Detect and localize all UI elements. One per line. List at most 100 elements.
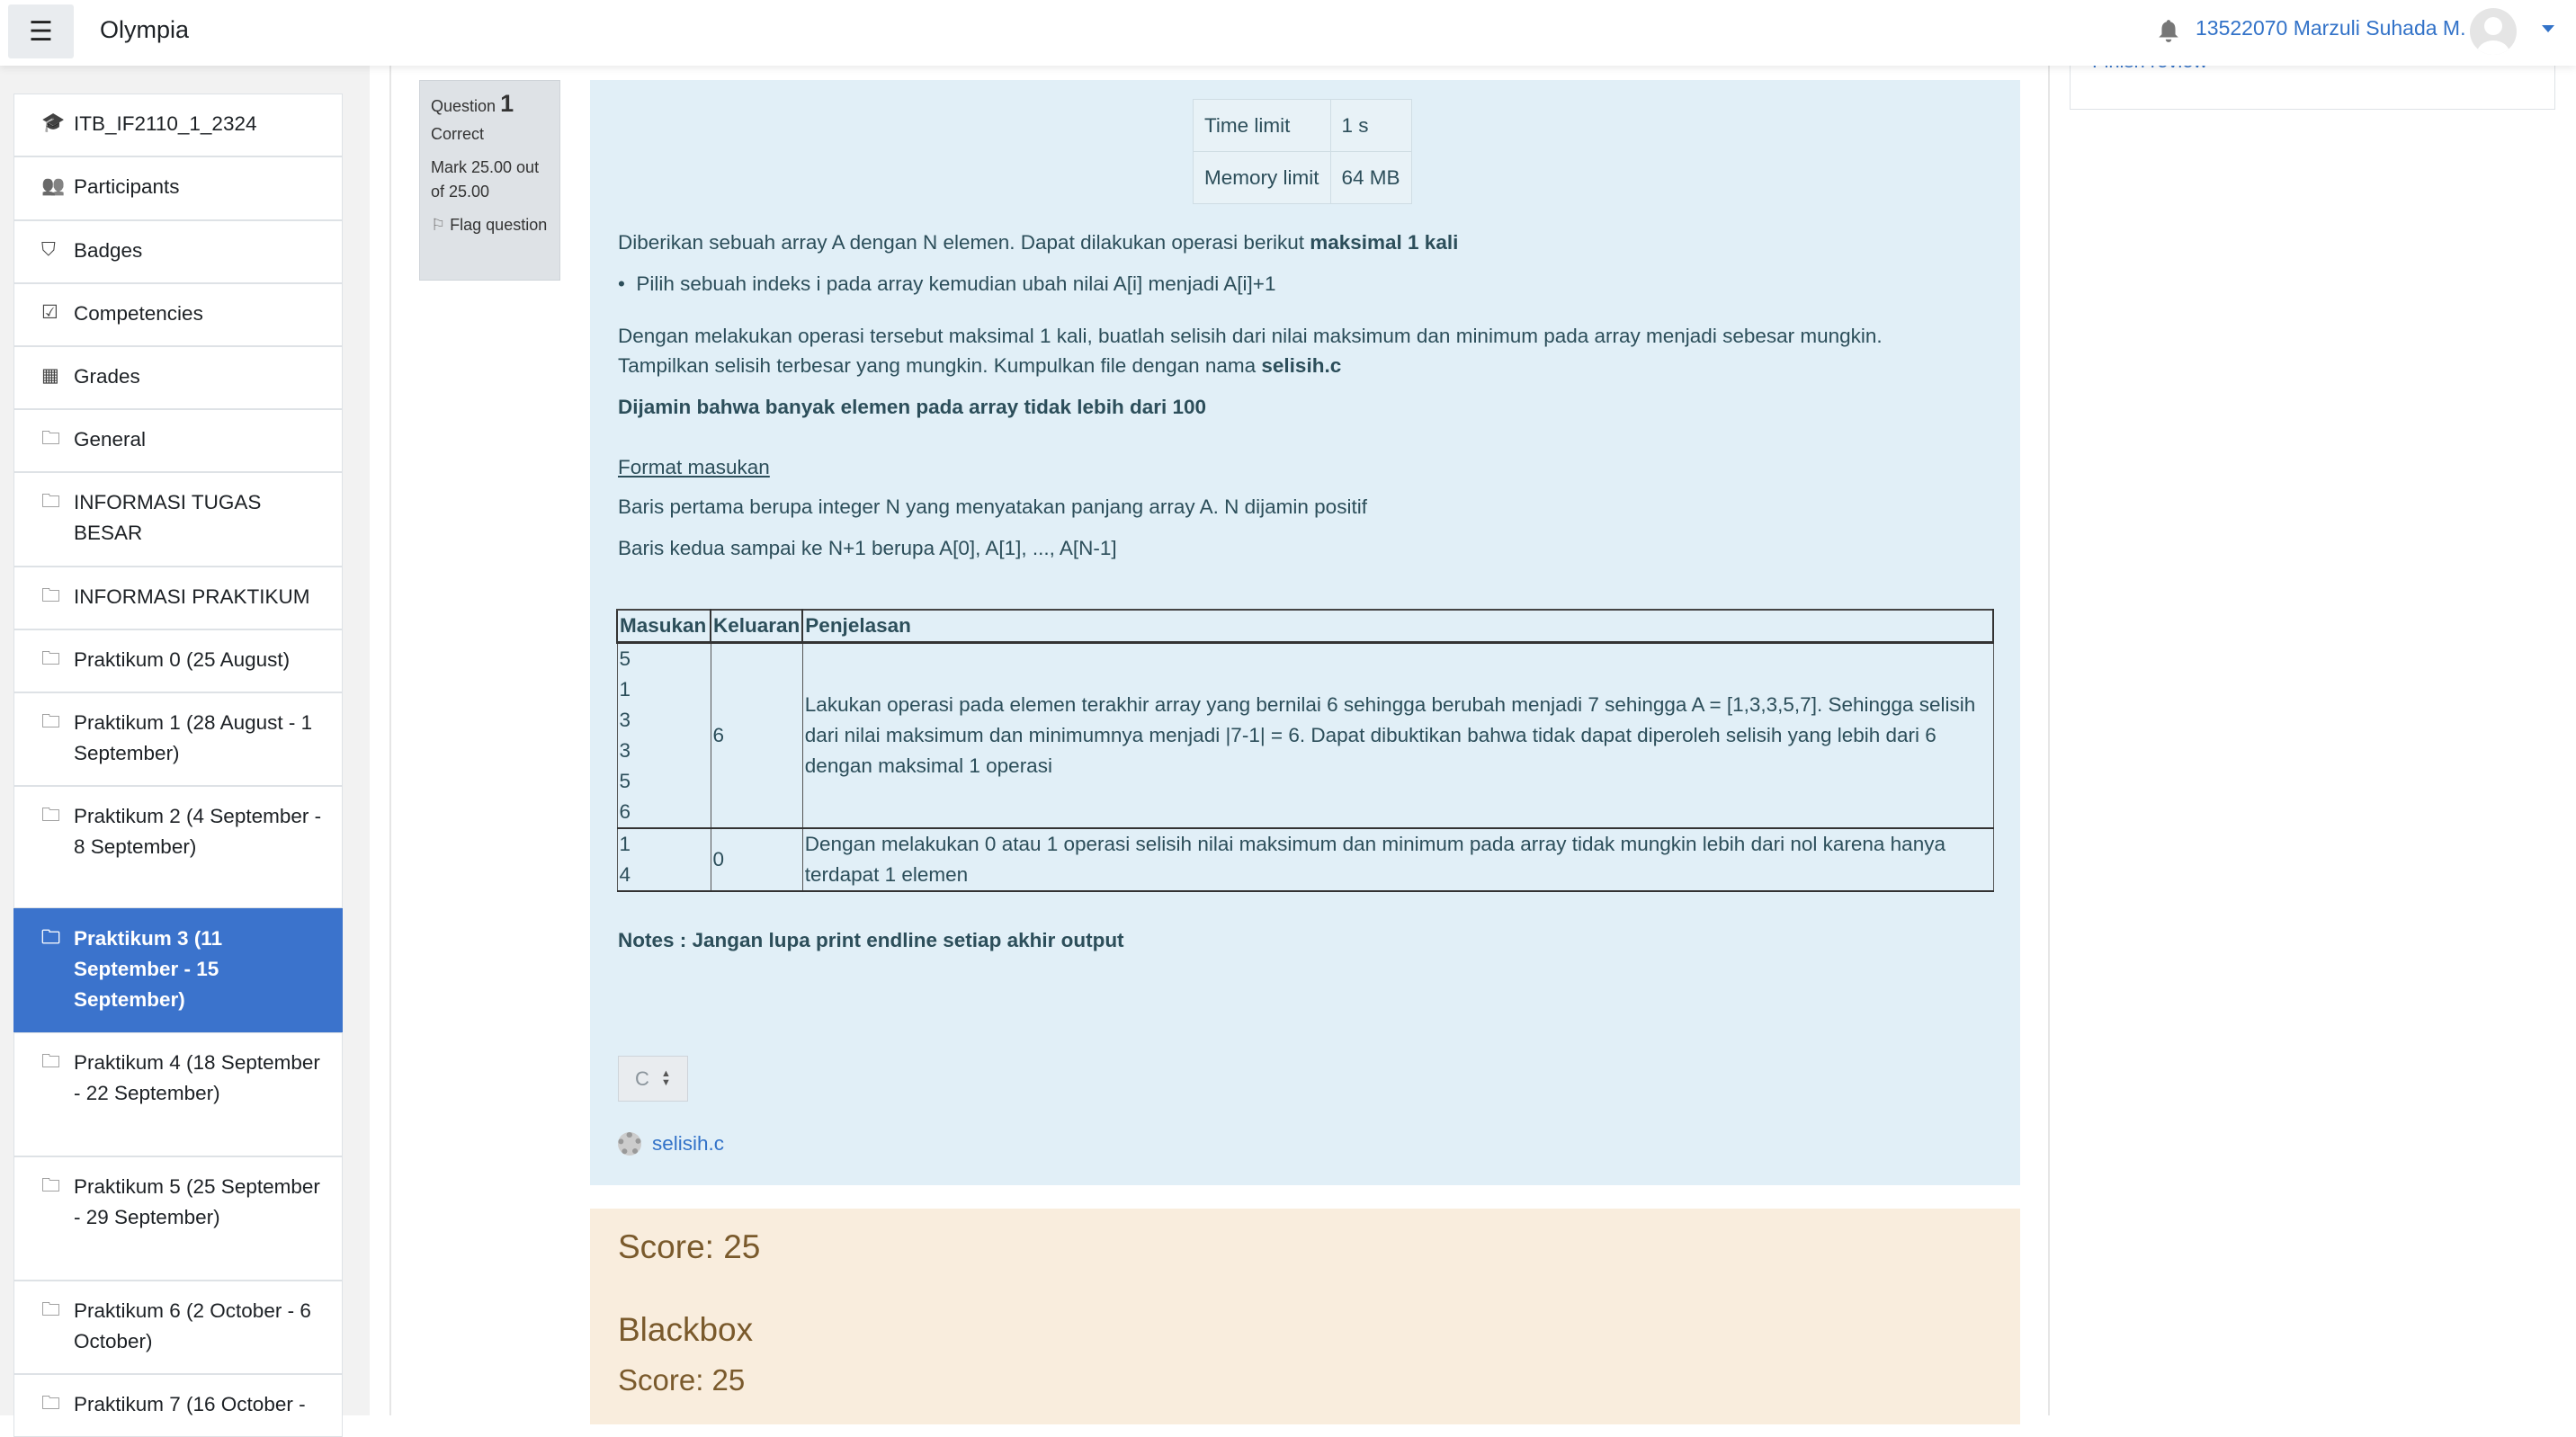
sidebar-item[interactable]: 🗀 Praktikum 2 (4 September - 8 September) [13, 786, 343, 908]
sidebar-item[interactable]: ☑ Competencies [13, 283, 343, 346]
sidebar-item-label: Grades [74, 365, 140, 388]
file-link[interactable]: selisih.c [618, 1132, 724, 1156]
site-brand[interactable]: Olympia [100, 16, 189, 44]
divider [389, 66, 391, 1415]
input-line: 3 [619, 709, 631, 731]
sidebar-item[interactable]: 🎓 ITB_IF2110_1_2324 [13, 94, 343, 156]
avatar[interactable] [2470, 8, 2517, 55]
folder-icon: 🗀 [41, 805, 60, 826]
folder-icon: 🗀 [41, 585, 60, 606]
question-number: 1 [500, 90, 514, 117]
folder-icon: 🗀 [41, 648, 60, 669]
sidebar-item-label: Competencies [74, 302, 203, 325]
sidebar-item[interactable]: 🗀 Praktikum 6 (2 October - 6 October) [13, 1281, 343, 1374]
sidebar-item-label: INFORMASI TUGAS BESAR [74, 491, 262, 544]
output-cell: 0 [710, 827, 803, 892]
example-table: Masukan Keluaran Penjelasan 5 1 3 3 5 6 6 Lakuk… [616, 609, 1994, 892]
notes: Notes : Jangan lupa print endline setiap… [618, 929, 1124, 951]
sidebar-item[interactable]: ⛉ Badges [13, 220, 343, 283]
language-value: C [635, 1067, 649, 1090]
sidebar-item[interactable]: 🗀 Praktikum 1 (28 August - 1 September) [13, 692, 343, 786]
question-content: Time limit 1 s Memory limit 64 MB Diberika… [590, 80, 2020, 1185]
format-line: Baris pertama berupa integer N yang meny… [618, 495, 1367, 518]
folder-icon: 🗀 [41, 428, 60, 449]
hamburger-icon[interactable]: ☰ [8, 4, 74, 58]
sidebar-item[interactable]: 👥 Participants [13, 156, 343, 220]
sort-arrows-icon: ▲ ▼ [661, 1068, 671, 1088]
file-name[interactable]: selisih.c [652, 1132, 724, 1156]
table-icon: ▦ [41, 365, 59, 386]
folder-icon: 🗀 [41, 1175, 60, 1196]
sidebar-item-label: Praktikum 6 (2 October - 6 October) [74, 1299, 311, 1352]
blackbox-score: Score: 25 [618, 1363, 746, 1397]
input-line: 1 [619, 678, 631, 701]
format-heading: Format masukan [618, 456, 770, 478]
time-limit-value: 1 s [1329, 99, 1412, 152]
sidebar-item[interactable]: 🗀 General [13, 409, 343, 472]
feedback-box: Score: 25 Blackbox Score: 25 [590, 1209, 2020, 1424]
sidebar: 🎓 ITB_IF2110_1_2324 👥 Participants ⛉ Badges ☑ C… [0, 66, 370, 1437]
memory-limit-label: Memory limit [1193, 151, 1331, 204]
table-row: 5 1 3 3 5 6 6 Lakukan operasi pada elemen terak… [616, 641, 1994, 829]
sidebar-item-label: Praktikum 3 (11 September - 15 September… [74, 927, 223, 1011]
folder-icon: 🗀 [41, 1393, 60, 1414]
folder-icon: 🗀 [41, 491, 60, 512]
sidebar-item[interactable]: 🗀 INFORMASI PRAKTIKUM [13, 567, 343, 629]
sidebar-item[interactable]: 🗀 INFORMASI TUGAS BESAR [13, 472, 343, 567]
input-cell: 5 1 3 3 5 6 [616, 641, 711, 829]
sidebar-item-label: Praktikum 1 (28 August - 1 September) [74, 711, 313, 764]
input-line: 1 [619, 833, 631, 855]
question-mark: Mark 25.00 out of 25.00 [431, 158, 540, 201]
sidebar-item[interactable]: ▦ Grades [13, 346, 343, 409]
paragraph: Dengan melakukan operasi tersebut maksim… [618, 325, 1883, 347]
explanation-cell: Dengan melakukan 0 atau 1 operasi selisi… [801, 827, 1994, 892]
flag-label: Flag question [450, 216, 548, 234]
sidebar-item[interactable]: 🗀 Praktikum 3 (11 September - 15 Septembe… [13, 908, 343, 1032]
sidebar-item-label: Praktikum 5 (25 September - 29 September… [74, 1175, 320, 1228]
folder-icon: 🗀 [41, 1299, 60, 1320]
folder-icon: 🗀 [41, 1051, 60, 1072]
time-limit-label: Time limit [1193, 99, 1331, 152]
bell-icon[interactable] [2157, 18, 2180, 43]
sidebar-item[interactable]: 🗀 Praktikum 0 (25 August) [13, 629, 343, 692]
folder-icon: 🗀 [41, 711, 60, 732]
output-cell: 6 [710, 641, 803, 829]
sidebar-item-label: Badges [74, 239, 143, 262]
question-status: Correct [431, 125, 485, 143]
input-line: 5 [619, 647, 631, 670]
flag-icon: ⚐ [431, 216, 446, 234]
shield-icon: ⛉ [41, 239, 56, 260]
paragraph: Diberikan sebuah array A dengan N elemen… [618, 231, 1459, 254]
sidebar-item-label: General [74, 428, 147, 451]
sidebar-item-label: Praktikum 0 (25 August) [74, 648, 291, 671]
limits-table: Time limit 1 s Memory limit 64 MB [1193, 99, 1412, 204]
chevron-down-icon[interactable] [2542, 25, 2554, 32]
constraint: Dijamin bahwa banyak elemen pada array t… [618, 396, 1207, 418]
graduation-cap-icon: 🎓 [41, 112, 66, 133]
input-line: 3 [619, 739, 631, 762]
language-select[interactable]: C ▲ ▼ [618, 1056, 688, 1102]
sidebar-item-label: Praktikum 7 (16 October - [74, 1393, 306, 1415]
flag-question-button[interactable]: ⚐ Flag question [431, 213, 549, 237]
score-total: Score: 25 [618, 1228, 761, 1265]
divider [2048, 66, 2050, 1415]
input-line: 4 [619, 863, 631, 886]
sidebar-item-label: ITB_IF2110_1_2324 [74, 112, 257, 135]
question-label: Question [431, 97, 496, 115]
bullet-item: • Pilih sebuah indeks i pada array kemud… [618, 272, 1276, 295]
sidebar-item-label: Participants [74, 175, 180, 198]
col-header: Penjelasan [801, 609, 1994, 644]
input-line: 5 [619, 770, 631, 792]
input-cell: 14 [616, 827, 711, 892]
memory-limit-value: 64 MB [1329, 151, 1412, 204]
sidebar-item-label: Praktikum 2 (4 September - 8 September) [74, 805, 322, 858]
input-line: 6 [619, 800, 631, 823]
check-square-icon: ☑ [41, 302, 58, 323]
sidebar-item[interactable]: 🗀 Praktikum 4 (18 September - 22 Septembe… [13, 1032, 343, 1156]
folder-icon: 🗀 [41, 927, 60, 948]
sidebar-item[interactable]: 🗀 Praktikum 5 (25 September - 29 Septembe… [13, 1156, 343, 1281]
paragraph: Tampilkan selisih terbesar yang mungkin.… [618, 354, 1342, 377]
user-menu-name[interactable]: 13522070 Marzuli Suhada M. [2196, 16, 2465, 40]
navbar: ☰ Olympia 13522070 Marzuli Suhada M. [0, 0, 2576, 66]
sidebar-item[interactable]: 🗀 Praktikum 7 (16 October - [13, 1374, 343, 1437]
